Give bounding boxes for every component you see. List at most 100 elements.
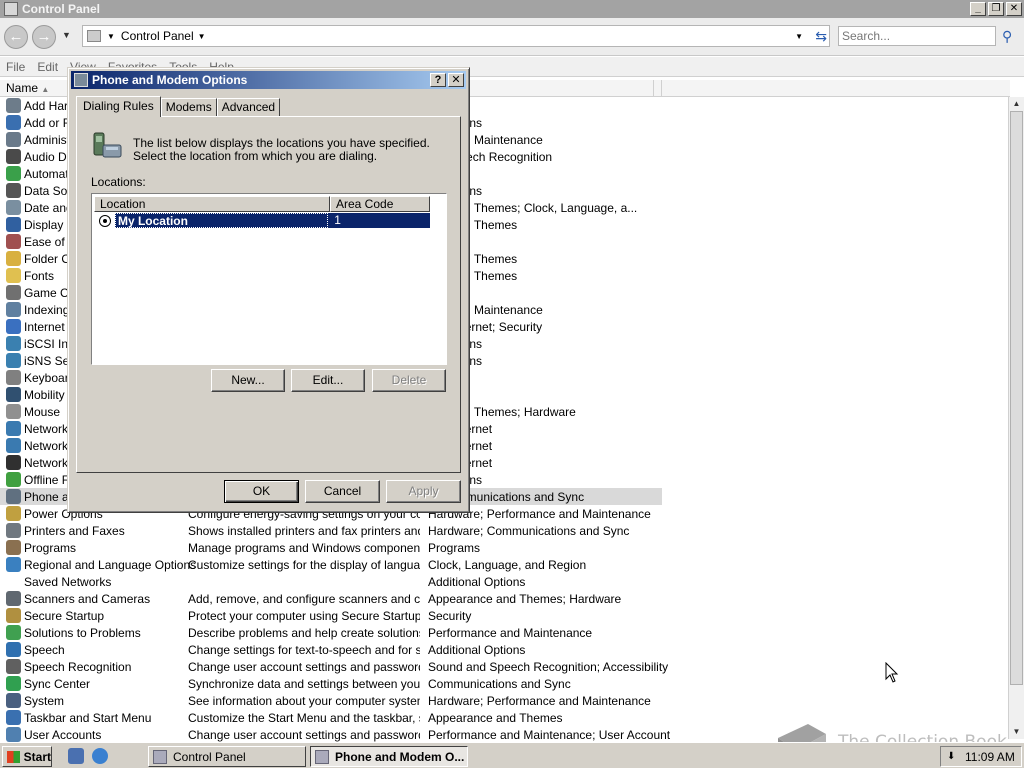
control-panel-item-icon — [6, 217, 21, 232]
column-header-location[interactable]: Location — [94, 196, 330, 212]
dialog-help-button[interactable]: ? — [430, 73, 446, 87]
control-panel-item-icon — [6, 302, 21, 317]
column-header-area-code[interactable]: Area Code — [330, 196, 430, 212]
list-item[interactable]: Sync Center Synchronize data and settings… — [0, 675, 662, 692]
navigation-bar: ← → ▼ ▼ Control Panel ▼ ▼ ⇆ Search... ⚲ — [0, 18, 1024, 56]
item-description: Protect your computer using Secure Start… — [188, 608, 420, 623]
control-panel-icon — [153, 749, 167, 764]
list-item[interactable]: Printers and Faxes Shows installed printe… — [0, 522, 662, 539]
list-item[interactable]: Programs Manage programs and Windows comp… — [0, 539, 662, 556]
control-panel-item-icon — [6, 319, 21, 334]
download-icon[interactable]: ⬇ — [947, 751, 959, 763]
item-name: Fonts — [24, 268, 55, 283]
control-panel-item-icon — [6, 693, 21, 708]
list-item[interactable]: Scanners and Cameras Add, remove, and con… — [0, 590, 662, 607]
control-panel-item-icon — [6, 183, 21, 198]
back-button[interactable]: ← — [4, 25, 28, 49]
control-panel-item-icon — [6, 472, 21, 487]
new-location-button[interactable]: New... — [211, 369, 285, 392]
address-history-chevron-down-icon[interactable]: ▼ — [795, 32, 803, 41]
item-description: Manage programs and Windows components. — [188, 540, 420, 555]
breadcrumb-chevron-down-icon[interactable]: ▼ — [198, 32, 206, 41]
minimize-button[interactable]: _ — [970, 2, 986, 16]
item-name: Network — [24, 438, 69, 453]
delete-location-button[interactable]: Delete — [372, 369, 446, 392]
item-name: Add or R — [24, 115, 72, 130]
close-button[interactable]: ✕ — [1006, 2, 1022, 16]
control-panel-item-icon — [6, 149, 21, 164]
control-panel-item-icon — [6, 200, 21, 215]
scroll-up-icon[interactable]: ▲ — [1009, 97, 1024, 111]
list-item[interactable]: Speech Recognition Change user account se… — [0, 658, 668, 675]
item-category: Clock, Language, and Region — [428, 557, 587, 572]
item-name: Display — [24, 217, 64, 232]
dialog-title: Phone and Modem Options — [92, 73, 248, 87]
control-panel-item-icon — [6, 98, 21, 113]
quick-launch-explorer-icon[interactable] — [68, 748, 84, 764]
forward-button[interactable]: → — [32, 25, 56, 49]
item-category: Programs — [428, 540, 481, 555]
list-item[interactable]: Solutions to Problems Describe problems a… — [0, 624, 662, 641]
taskbar-item-phone-and-modem-options[interactable]: Phone and Modem O... — [310, 746, 468, 767]
dialing-rules-description: The list below displays the locations yo… — [133, 136, 430, 163]
item-name: Network — [24, 421, 69, 436]
scrollbar-thumb[interactable] — [1010, 111, 1023, 685]
quick-launch-internet-explorer-icon[interactable] — [92, 748, 108, 764]
menu-file[interactable]: File — [6, 60, 25, 74]
item-name: Automati — [24, 166, 72, 181]
maximize-button[interactable]: ❐ — [988, 2, 1004, 16]
tab-modems[interactable]: Modems — [160, 98, 217, 116]
edit-location-button[interactable]: Edit... — [291, 369, 365, 392]
main-window-titlebar[interactable]: Control Panel _ ❐ ✕ — [0, 0, 1024, 18]
breadcrumb-control-panel[interactable]: Control Panel — [121, 29, 194, 43]
item-description: Customize the Start Menu and the taskbar… — [188, 710, 420, 725]
breadcrumb-chevron-down-icon[interactable]: ▼ — [107, 32, 115, 41]
recent-pages-chevron-down-icon[interactable]: ▼ — [62, 30, 71, 40]
list-item[interactable]: User Accounts Change user account setting… — [0, 726, 670, 743]
taskbar-item-control-panel[interactable]: Control Panel — [148, 746, 306, 767]
item-description: See information about your computer syst… — [188, 693, 420, 708]
location-selected-radio[interactable] — [99, 214, 111, 227]
list-item[interactable]: Secure Startup Protect your computer usin… — [0, 607, 662, 624]
tab-advanced[interactable]: Advanced — [216, 98, 281, 116]
apply-button[interactable]: Apply — [386, 480, 461, 503]
location-name: My Location — [114, 213, 329, 228]
location-row[interactable]: My Location 1 — [94, 213, 430, 228]
vertical-scrollbar[interactable]: ▲ ▼ — [1008, 97, 1024, 739]
item-name: Printers and Faxes — [24, 523, 125, 538]
item-category: Security — [428, 608, 472, 623]
cancel-button[interactable]: Cancel — [305, 480, 380, 503]
refresh-icon[interactable]: ⇆ — [815, 28, 827, 45]
search-input[interactable]: Search... — [838, 26, 996, 46]
list-item[interactable]: Regional and Language Options Customize s… — [0, 556, 662, 573]
list-item[interactable]: Speech Change settings for text-to-speech… — [0, 641, 662, 658]
item-name: Offline Fi — [24, 472, 72, 487]
control-panel-item-icon — [6, 455, 21, 470]
item-category: Additional Options — [428, 574, 526, 589]
dialog-titlebar[interactable]: Phone and Modem Options ? ✕ — [71, 71, 466, 89]
list-item[interactable]: Taskbar and Start Menu Customize the Star… — [0, 709, 662, 726]
clock[interactable]: 11:09 AM — [965, 750, 1015, 764]
locations-list[interactable]: Location Area Code My Location 1 — [91, 193, 447, 365]
dialog-close-button[interactable]: ✕ — [448, 73, 464, 87]
control-panel-item-icon — [6, 591, 21, 606]
dialog-tabs: Dialing Rules Modems Advanced — [76, 96, 281, 117]
control-panel-item-icon — [6, 489, 21, 504]
item-category: Appearance and Themes; Hardware — [428, 591, 622, 606]
menu-edit[interactable]: Edit — [37, 60, 58, 74]
ok-button[interactable]: OK — [224, 480, 299, 503]
address-bar[interactable]: ▼ Control Panel ▼ ▼ ⇆ — [82, 25, 830, 47]
item-name: Speech — [24, 642, 65, 657]
start-button[interactable]: Start — [2, 746, 52, 767]
tab-dialing-rules[interactable]: Dialing Rules — [76, 96, 161, 117]
control-panel-item-icon — [6, 370, 21, 385]
item-name: Network — [24, 455, 69, 470]
list-item[interactable]: System See information about your compute… — [0, 692, 662, 709]
item-description: Add, remove, and configure scanners and … — [188, 591, 420, 606]
control-panel-item-icon — [6, 710, 21, 725]
list-item[interactable]: Saved Networks Additional Options — [0, 573, 662, 590]
item-category: Additional Options — [428, 642, 526, 657]
control-panel-item-icon — [6, 387, 21, 402]
search-icon[interactable]: ⚲ — [1002, 28, 1012, 45]
item-description: Shows installed printers and fax printer… — [188, 523, 420, 538]
